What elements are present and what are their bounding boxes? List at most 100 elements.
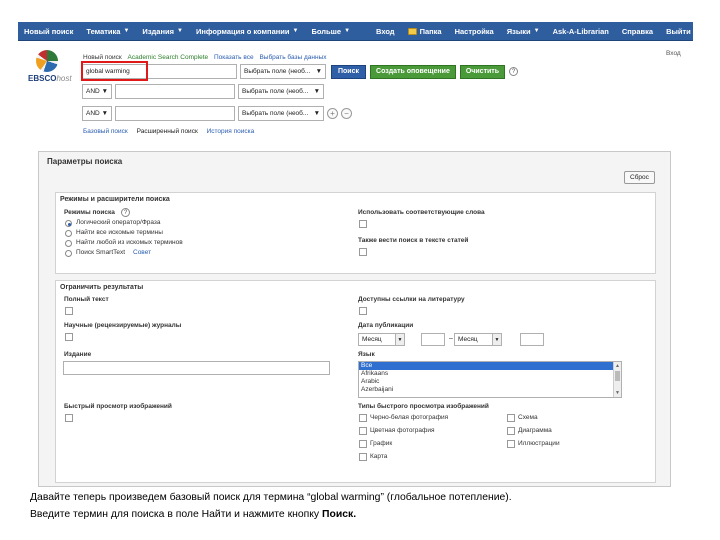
- nav-company-info[interactable]: Информация о компании ▼: [196, 27, 299, 36]
- ebsco-globe-icon: [36, 50, 58, 72]
- logo-brand: EBSCO: [28, 74, 57, 83]
- limits-title: Ограничить результаты: [60, 284, 144, 291]
- pub-date-to-month[interactable]: Месяц ▼: [454, 333, 502, 346]
- help-icon[interactable]: ?: [509, 67, 519, 76]
- image-type-checkbox[interactable]: [359, 414, 367, 422]
- search-button[interactable]: Поиск: [331, 64, 367, 79]
- pub-date-to-year[interactable]: [520, 333, 544, 346]
- tutorial-caption: Давайте теперь произведем базовый поиск …: [30, 489, 512, 523]
- search-context-links: Новый поиск Academic Search Complete Пок…: [83, 54, 331, 61]
- image-type-label: Диаграмма: [518, 427, 552, 434]
- quick-view-checkbox[interactable]: [65, 414, 73, 422]
- nav-help[interactable]: Справка: [622, 27, 653, 36]
- date-range-dash: –: [449, 335, 453, 342]
- help-icon[interactable]: ?: [121, 208, 130, 217]
- search-options-panel: Параметры поиска Сброс Режимы и расширит…: [38, 151, 671, 487]
- quick-view-label: Быстрый просмотр изображений: [64, 403, 172, 410]
- chevron-down-icon: ▼: [315, 68, 322, 75]
- nav-publications[interactable]: Издания ▼: [142, 27, 183, 36]
- field-select-1[interactable]: Выбрать поле (необ... ▼: [240, 64, 326, 79]
- pub-date-label: Дата публикации: [358, 322, 414, 329]
- image-type-checkbox[interactable]: [507, 427, 515, 435]
- search-input-2[interactable]: [115, 84, 235, 99]
- sign-in-link[interactable]: Вход: [666, 50, 681, 57]
- references-checkbox[interactable]: [359, 307, 367, 315]
- bool-select-3[interactable]: AND ▼: [82, 106, 112, 121]
- publication-input[interactable]: [63, 361, 330, 375]
- radio-label: Найти любой из искомых терминов: [76, 239, 183, 246]
- fulltext-search-checkbox[interactable]: [359, 248, 367, 256]
- nav-folder[interactable]: Папка: [407, 27, 442, 36]
- search-term-highlight: [81, 61, 148, 81]
- basic-search-link[interactable]: Базовый поиск: [83, 128, 128, 135]
- smarttext-hint-link[interactable]: Совет: [133, 249, 151, 256]
- fulltext-search-label: Также вести поиск в тексте статей: [358, 237, 469, 244]
- chevron-down-icon: ▼: [344, 28, 351, 34]
- scroll-up-icon[interactable]: ▲: [614, 362, 621, 370]
- image-type-checkbox[interactable]: [507, 414, 515, 422]
- chevron-down-icon: ▼: [533, 28, 540, 34]
- nav-sign-in[interactable]: Вход: [376, 27, 395, 36]
- database-name: Academic Search Complete: [127, 54, 209, 61]
- image-type-label: Иллюстрации: [518, 440, 560, 447]
- nav-new-search[interactable]: Новый поиск: [24, 27, 73, 36]
- modes-section: Режимы и расширители поиска Режимы поиск…: [55, 192, 656, 274]
- pub-date-from-year[interactable]: [421, 333, 445, 346]
- image-type-label: Черно-белая фотография: [370, 414, 449, 421]
- field-select-3[interactable]: Выбрать поле (необ... ▼: [238, 106, 324, 121]
- full-text-checkbox[interactable]: [65, 307, 73, 315]
- show-all-link[interactable]: Показать все: [214, 54, 254, 61]
- image-type-checkbox[interactable]: [359, 427, 367, 435]
- chevron-down-icon: ▼: [313, 110, 320, 117]
- nav-subjects[interactable]: Тематика ▼: [86, 27, 129, 36]
- radio-all-terms[interactable]: [65, 230, 72, 237]
- radio-smarttext[interactable]: [65, 250, 72, 257]
- search-history-link[interactable]: История поиска: [207, 128, 255, 135]
- create-alert-button[interactable]: Создать оповещение: [370, 64, 456, 79]
- peer-reviewed-checkbox[interactable]: [65, 333, 73, 341]
- new-search-link[interactable]: Новый поиск: [83, 54, 122, 61]
- nav-more[interactable]: Больше ▼: [311, 27, 350, 36]
- remove-row-icon[interactable]: −: [341, 108, 352, 119]
- limits-section: Ограничить результаты Полный текст Научн…: [55, 280, 656, 483]
- chevron-down-icon: ▼: [313, 88, 320, 95]
- search-input-3[interactable]: [115, 106, 235, 121]
- advanced-search-link[interactable]: Расширенный поиск: [137, 128, 198, 135]
- folder-icon: [407, 27, 417, 35]
- language-option[interactable]: Azerbaijani: [359, 386, 621, 394]
- language-listbox[interactable]: Все Afrikaans Arabic Azerbaijani ▲ ▼: [358, 361, 622, 398]
- language-option[interactable]: Все: [359, 362, 621, 370]
- language-option[interactable]: Afrikaans: [359, 370, 621, 378]
- nav-preferences[interactable]: Настройка: [455, 27, 494, 36]
- related-words-checkbox[interactable]: [359, 220, 367, 228]
- modes-label: Режимы поиска: [64, 209, 115, 216]
- chevron-down-icon: ▼: [395, 334, 404, 345]
- chevron-down-icon: ▼: [123, 28, 130, 34]
- related-words-label: Использовать соответствующие слова: [358, 209, 485, 216]
- ebsco-logo[interactable]: EBSCOhost: [28, 50, 78, 90]
- image-type-checkbox[interactable]: [359, 453, 367, 461]
- bool-select-2[interactable]: AND ▼: [82, 84, 112, 99]
- modes-title: Режимы и расширители поиска: [60, 196, 170, 203]
- radio-boolean[interactable]: [65, 220, 72, 227]
- clear-button[interactable]: Очистить: [459, 64, 506, 79]
- nav-exit[interactable]: Выйти: [666, 27, 691, 36]
- quick-view-types-label: Типы быстрого просмотра изображений: [358, 403, 489, 410]
- scroll-thumb[interactable]: [615, 371, 620, 381]
- scroll-down-icon[interactable]: ▼: [614, 389, 621, 397]
- image-type-label: График: [370, 440, 393, 447]
- language-scrollbar[interactable]: ▲ ▼: [613, 362, 621, 397]
- image-type-checkbox[interactable]: [507, 440, 515, 448]
- radio-any-terms[interactable]: [65, 240, 72, 247]
- image-type-checkbox[interactable]: [359, 440, 367, 448]
- add-row-icon[interactable]: +: [327, 108, 338, 119]
- nav-ask-librarian[interactable]: Ask-A-Librarian: [553, 27, 609, 36]
- chevron-down-icon: ▼: [492, 334, 501, 345]
- language-option[interactable]: Arabic: [359, 378, 621, 386]
- panel-title: Параметры поиска: [47, 157, 123, 166]
- choose-databases-link[interactable]: Выбрать базы данных: [259, 54, 326, 61]
- reset-button[interactable]: Сброс: [624, 171, 655, 184]
- nav-languages[interactable]: Языки ▼: [507, 27, 540, 36]
- pub-date-from-month[interactable]: Месяц ▼: [358, 333, 405, 346]
- field-select-2[interactable]: Выбрать поле (необ... ▼: [238, 84, 324, 99]
